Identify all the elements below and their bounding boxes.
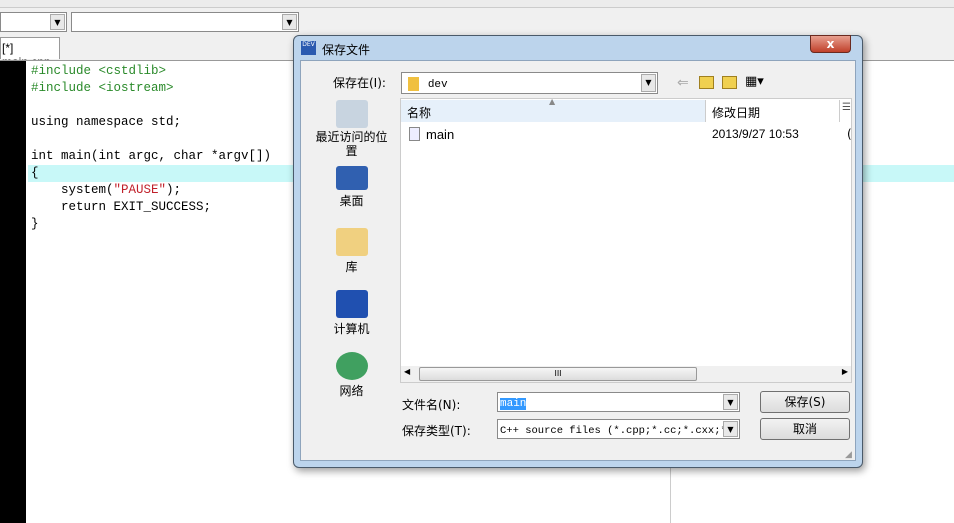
code-line: #include <iostream> xyxy=(31,81,174,95)
computer-icon xyxy=(335,290,368,318)
file-name: main xyxy=(426,127,455,142)
place-libraries[interactable]: 库 xyxy=(305,228,398,275)
chevron-down-icon: ▼ xyxy=(723,394,738,410)
dev-app-icon: DEV xyxy=(301,41,316,55)
filename-value: main xyxy=(500,398,527,410)
member-combo[interactable]: ▼ xyxy=(71,12,299,32)
desktop-icon xyxy=(335,166,368,190)
up-folder-icon[interactable] xyxy=(699,76,714,89)
file-date: 2013/9/27 10:53 xyxy=(712,127,799,141)
resize-grip[interactable]: ◢ xyxy=(845,450,852,460)
save-button[interactable]: 保存(S) xyxy=(760,391,850,413)
file-icon xyxy=(409,127,420,141)
header-label: 名称 xyxy=(407,106,432,120)
place-label: 最近访问的位置 xyxy=(315,130,388,158)
cancel-button[interactable]: 取消 xyxy=(760,418,850,440)
filename-label: 文件名(N): xyxy=(402,398,461,412)
place-label: 网络 xyxy=(339,384,364,398)
column-header-date[interactable]: 修改日期 xyxy=(706,100,840,122)
code-line: #include <cstdlib> xyxy=(31,64,167,78)
chevron-down-icon: ▼ xyxy=(641,74,656,92)
scroll-thumb[interactable]: III xyxy=(419,367,697,381)
place-label: 库 xyxy=(345,260,358,274)
scroll-left-icon[interactable]: ◀ xyxy=(404,367,410,376)
file-row[interactable]: main 2013/9/27 10:53 ( xyxy=(409,126,852,144)
place-network[interactable]: 网络 xyxy=(305,352,398,399)
place-computer[interactable]: 计算机 xyxy=(305,290,398,337)
close-button[interactable]: x xyxy=(810,35,851,53)
sort-asc-icon: ▲ xyxy=(549,97,556,106)
code-token: system( xyxy=(31,183,114,197)
place-label: 计算机 xyxy=(333,322,370,336)
save-in-value: dev xyxy=(427,79,448,91)
view-menu-icon[interactable]: ▦▾ xyxy=(745,74,764,89)
scroll-right-icon[interactable]: ▶ xyxy=(842,367,848,376)
code-line: { xyxy=(31,166,39,180)
code-line: } xyxy=(31,217,39,231)
save-in-label: 保存在(I): xyxy=(333,76,386,90)
code-token: ); xyxy=(166,183,182,197)
column-header-name[interactable]: 名称 ▲ xyxy=(401,97,706,122)
recent-places-icon xyxy=(335,100,368,128)
editor-gutter xyxy=(0,61,26,523)
code-line: int main(int argc, char *argv[]) xyxy=(31,149,272,163)
libraries-icon xyxy=(335,228,368,256)
file-type-label: 保存类型(T): xyxy=(402,424,471,438)
dialog-title: 保存文件 xyxy=(322,43,371,57)
new-folder-icon[interactable] xyxy=(722,76,737,89)
code-line: system("PAUSE"); xyxy=(31,183,181,197)
string-literal: "PAUSE" xyxy=(113,183,167,197)
network-icon xyxy=(335,352,368,380)
code-line: using namespace std; xyxy=(31,115,182,129)
place-label: 桌面 xyxy=(339,194,364,208)
code-line: return EXIT_SUCCESS; xyxy=(31,200,212,214)
filename-input[interactable]: main ▼ xyxy=(497,392,740,412)
back-icon[interactable]: ⇐ xyxy=(677,75,689,91)
tab-main-cpp[interactable]: [*] main.cpp xyxy=(0,37,60,69)
column-header-more[interactable]: ☰ xyxy=(842,102,851,113)
file-type-select[interactable]: C++ source files (*.cpp;*.cc;*.cxx;*. ▼ xyxy=(497,419,740,439)
place-desktop[interactable]: 桌面 xyxy=(305,166,398,209)
chevron-down-icon: ▼ xyxy=(723,421,738,437)
ide-toolbar xyxy=(0,0,954,8)
save-in-combo[interactable]: dev ▼ xyxy=(401,72,658,94)
horizontal-scrollbar[interactable]: ◀ III ▶ xyxy=(401,366,851,382)
chevron-down-icon: ▼ xyxy=(282,14,297,30)
folder-icon xyxy=(408,76,419,91)
class-combo[interactable]: ▼ xyxy=(0,12,67,32)
place-recent[interactable]: 最近访问的位置 xyxy=(305,100,398,158)
file-type-value: C++ source files (*.cpp;*.cc;*.cxx;*. xyxy=(500,425,734,437)
chevron-down-icon: ▼ xyxy=(50,14,65,30)
file-extra: ( xyxy=(847,127,852,141)
